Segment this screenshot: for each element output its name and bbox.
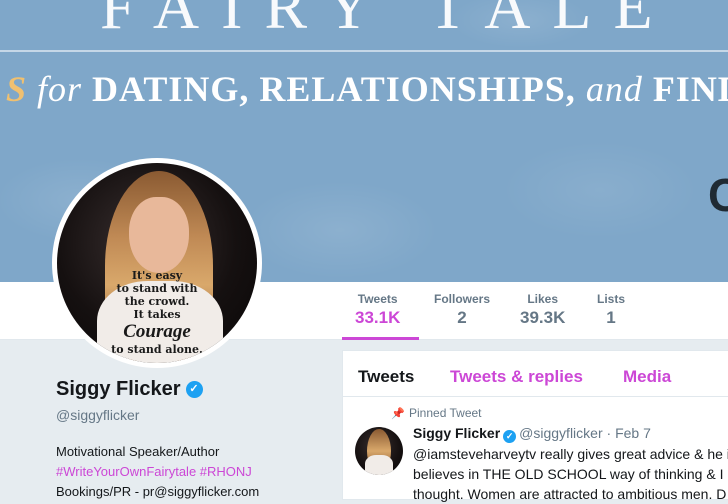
verified-badge-icon: ✓ (503, 430, 517, 443)
stat-lists[interactable]: Lists 1 (597, 292, 625, 328)
avatar-photo: It's easy to stand with the crowd. It ta… (57, 163, 257, 363)
tweet-separator: · (606, 425, 612, 441)
pinned-tweet-label: 📌 Pinned Tweet (391, 406, 482, 420)
tweet-line: believes in THE OLD SCHOOL way of thinki… (413, 466, 728, 482)
stat-label: Tweets (357, 292, 398, 306)
bio-line: Bookings/PR - pr@siggyflicker.com (56, 484, 260, 499)
avatar-quote: It's easy to stand with the crowd. It ta… (87, 269, 227, 356)
banner-title-fragment: FAIRY TALE (100, 0, 675, 42)
banner-tagline-main: DATING, RELATIONSHIPS, (92, 69, 576, 109)
quote-line: to stand with (116, 282, 198, 295)
hashtag-link[interactable]: #WriteYourOwnFairytale (56, 464, 196, 479)
bio-line: Motivational Speaker/Author (56, 444, 220, 459)
profile-avatar[interactable]: It's easy to stand with the crowd. It ta… (52, 158, 262, 368)
stat-likes[interactable]: Likes 39.3K (520, 292, 565, 328)
stat-tweets[interactable]: Tweets 33.1K (355, 292, 400, 328)
tweet-author-name[interactable]: Siggy Flicker (413, 425, 500, 441)
profile-handle[interactable]: @siggyflicker (56, 407, 336, 423)
verified-badge-icon: ✓ (185, 381, 203, 398)
hashtag-link[interactable]: #RHONJ (200, 464, 252, 479)
timeline: Tweets Tweets & replies Media 📌 Pinned Tw… (342, 350, 728, 502)
banner-corner-letter: C (708, 169, 728, 221)
profile-name[interactable]: Siggy Flicker (56, 378, 181, 401)
profile-name-row: Siggy Flicker ✓ (56, 378, 336, 401)
quote-line: It takes (133, 308, 181, 321)
banner-tagline-end: FINDING (652, 69, 728, 109)
tab-tweets-replies[interactable]: Tweets & replies (450, 367, 583, 387)
tab-tweets[interactable]: Tweets (358, 367, 414, 387)
quote-line: to stand alone. (111, 343, 203, 356)
stat-value: 1 (606, 308, 616, 327)
stat-label: Followers (434, 292, 491, 306)
bio-hashtags: #WriteYourOwnFairytale #RHONJ (56, 462, 336, 482)
pinned-text: Pinned Tweet (409, 406, 482, 420)
timeline-tabs: Tweets Tweets & replies Media (343, 351, 728, 397)
stat-value: 2 (457, 308, 467, 327)
active-stat-underline (342, 337, 419, 340)
tweet-avatar-shirt (365, 455, 393, 475)
stat-label: Likes (527, 292, 559, 306)
stat-value: 39.3K (520, 308, 566, 327)
quote-line: the crowd. (124, 295, 190, 308)
banner-divider (0, 50, 728, 52)
banner-tagline-prefix: S (6, 69, 28, 109)
stat-value: 33.1K (355, 308, 401, 327)
tweet-author-handle[interactable]: @siggyflicker (519, 425, 602, 441)
tweet-avatar[interactable] (355, 427, 403, 475)
profile-card: Siggy Flicker ✓ @siggyflicker Motivation… (56, 378, 336, 502)
banner-tagline-for: for (37, 69, 83, 109)
tweet-date[interactable]: Feb 7 (615, 425, 651, 441)
profile-bio: Motivational Speaker/Author #WriteYourOw… (56, 442, 336, 502)
banner-tagline: S for DATING, RELATIONSHIPS, and FINDING (6, 68, 728, 110)
tweet-header: Siggy Flicker ✓ @siggyflicker · Feb 7 (413, 425, 651, 443)
banner-tagline-and: and (585, 69, 643, 109)
avatar-face (129, 197, 189, 273)
tweet-line: @iamsteveharveytv really gives great adv… (413, 446, 728, 462)
stat-followers[interactable]: Followers 2 (434, 292, 490, 328)
pin-icon: 📌 (391, 408, 405, 420)
tweet-text: @iamsteveharveytv really gives great adv… (413, 444, 728, 504)
tweet-line: thought. Women are attracted to ambitiou… (413, 486, 727, 502)
stat-label: Lists (597, 292, 626, 306)
quote-line: Courage (123, 321, 191, 342)
tab-media[interactable]: Media (623, 367, 671, 387)
quote-line: It's easy (131, 269, 183, 282)
